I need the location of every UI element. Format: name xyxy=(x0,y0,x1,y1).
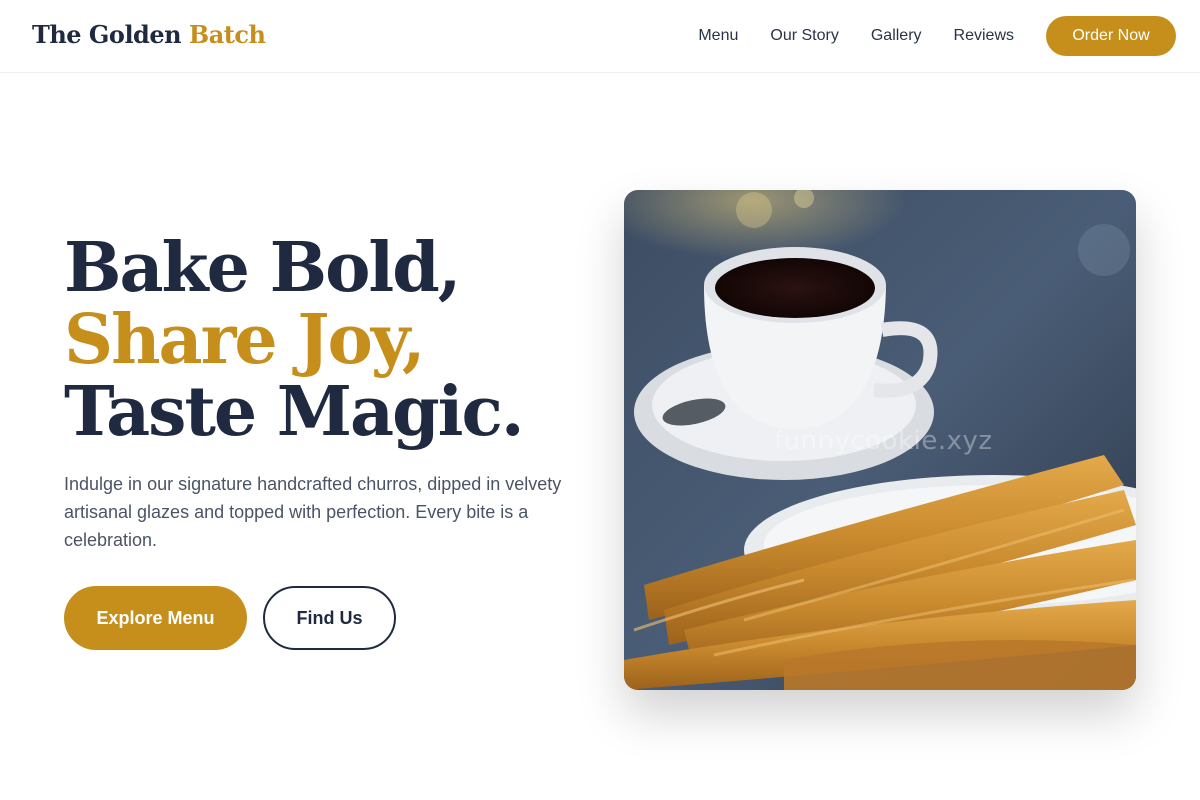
brand-name-part1: The Golden xyxy=(32,20,182,49)
hero-title: Bake Bold, Share Joy, Taste Magic. xyxy=(64,232,604,448)
hero-title-line-3: Taste Magic. xyxy=(64,372,525,452)
nav-link-reviews[interactable]: Reviews xyxy=(954,27,1014,45)
main-nav: Menu Our Story Gallery Reviews Order Now xyxy=(698,16,1176,56)
hero-title-line-1: Bake Bold, xyxy=(64,228,461,308)
nav-link-menu[interactable]: Menu xyxy=(698,27,738,45)
brand-name-part2: Batch xyxy=(188,20,266,49)
image-watermark: funnycookie.xyz xyxy=(774,426,993,456)
hero-description: Indulge in our signature handcrafted chu… xyxy=(64,474,562,550)
hero-title-line-2: Share Joy, xyxy=(64,300,426,380)
hero-image-churros-coffee: funnycookie.xyz xyxy=(624,190,1136,690)
site-header: The Golden Batch Menu Our Story Gallery … xyxy=(0,0,1200,73)
nav-link-gallery[interactable]: Gallery xyxy=(871,27,922,45)
brand-logo[interactable]: The Golden Batch xyxy=(32,20,266,49)
find-us-button[interactable]: Find Us xyxy=(263,586,396,650)
nav-link-our-story[interactable]: Our Story xyxy=(770,27,838,45)
explore-menu-button[interactable]: Explore Menu xyxy=(64,586,247,650)
order-now-button[interactable]: Order Now xyxy=(1046,16,1176,56)
